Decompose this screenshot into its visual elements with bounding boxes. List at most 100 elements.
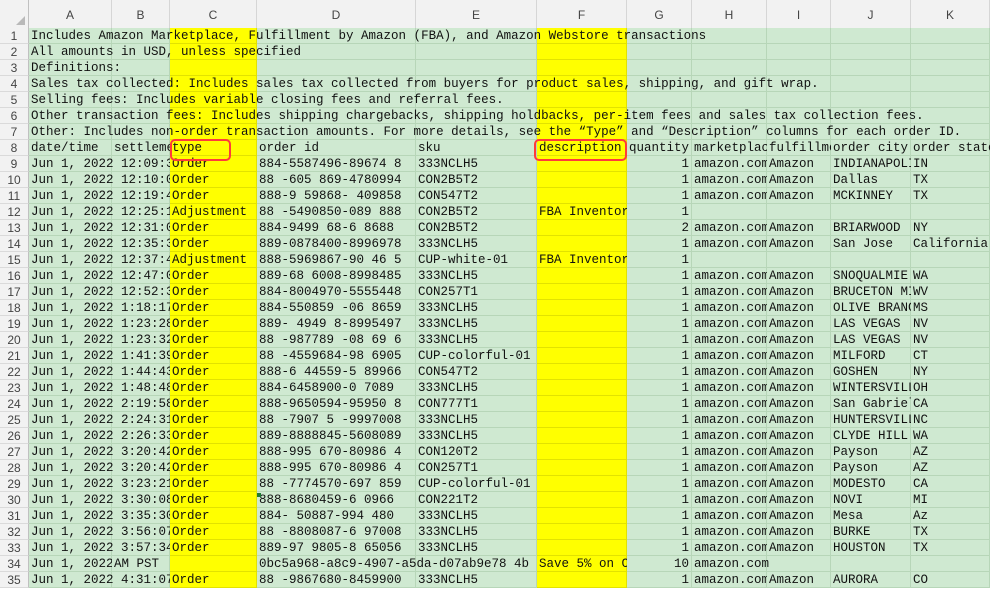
cell-type: Adjustment [172, 205, 248, 219]
column-header-g[interactable]: G [627, 0, 692, 28]
cell[interactable] [767, 252, 831, 268]
row-header[interactable]: 30 [0, 492, 29, 508]
column-header-c[interactable]: C [170, 0, 257, 28]
row-header[interactable]: 26 [0, 428, 29, 444]
spreadsheet[interactable]: ABCDEFGHIJK 1 2 3 4 5 6 7 8 9 10 11 12 13 14 15 16 17 18 1… [0, 0, 990, 590]
row-header[interactable]: 35 [0, 572, 29, 588]
column-header-d[interactable]: D [257, 0, 416, 28]
cell-quantity: 1 [681, 573, 689, 587]
cell-order-city: BRUCETON MILLS [833, 285, 911, 299]
cell-quantity: 1 [681, 413, 689, 427]
cell[interactable] [831, 204, 911, 220]
cell-marketplace: amazon.com [694, 173, 767, 187]
cell-marketplace: amazon.com [694, 397, 767, 411]
cell-date-time: Jun 1, 2022 1:41:39 [31, 349, 170, 363]
row-header[interactable]: 13 [0, 220, 29, 236]
cell[interactable] [911, 252, 990, 268]
note-text: Selling fees: Includes variable closing … [31, 93, 504, 107]
cell-order-id: 88 -8808087-6 97008 [259, 525, 402, 539]
cell-type: Order [172, 173, 210, 187]
cell[interactable] [692, 204, 767, 220]
cell-order-city: Payson [833, 461, 879, 475]
cell-sku: CUP-colorful-01 [418, 477, 531, 491]
column-header-f[interactable]: F [537, 0, 627, 28]
row-header[interactable]: 7 [0, 124, 29, 140]
row-header[interactable]: 18 [0, 300, 29, 316]
row-header[interactable]: 8 [0, 140, 29, 156]
cell-order-state: NV [913, 333, 929, 347]
cell-marketplace: amazon.com [694, 333, 767, 347]
select-all-corner[interactable] [0, 0, 29, 28]
cell-type: Order [172, 381, 210, 395]
cell-order-id: 889-0878400-8996978 [259, 237, 402, 251]
cell-sku: 333NCLH5 [418, 317, 479, 331]
cell[interactable] [911, 204, 990, 220]
column-header-i[interactable]: I [767, 0, 831, 28]
cell-quantity: 1 [681, 429, 689, 443]
row-header[interactable]: 23 [0, 380, 29, 396]
row-header[interactable]: 11 [0, 188, 29, 204]
row-header[interactable]: 12 [0, 204, 29, 220]
row-header[interactable]: 19 [0, 316, 29, 332]
cell[interactable] [831, 252, 911, 268]
row-header[interactable]: 9 [0, 156, 29, 172]
row-header[interactable]: 16 [0, 268, 29, 284]
cell-quantity: 1 [681, 477, 689, 491]
row-header[interactable]: 5 [0, 92, 29, 108]
column-header-e[interactable]: E [416, 0, 537, 28]
row-header[interactable]: 28 [0, 460, 29, 476]
cell-fulfillment: Amazon [769, 301, 815, 315]
row-header[interactable]: 25 [0, 412, 29, 428]
row-header[interactable]: 6 [0, 108, 29, 124]
column-header-h[interactable]: H [692, 0, 767, 28]
row-header[interactable]: 34 [0, 556, 29, 572]
row-header[interactable]: 3 [0, 60, 29, 76]
cell-order-id: 88 -7774570-697 859 [259, 477, 402, 491]
cell-order-id: 889-97 9805-8 65056 [259, 541, 402, 555]
cell-quantity: 1 [681, 157, 689, 171]
row-header[interactable]: 14 [0, 236, 29, 252]
cell-date-time: Jun 1, 2022 4:31:07 [31, 573, 170, 587]
row-header[interactable]: 29 [0, 476, 29, 492]
cell-date-time: Jun 1, 2022 12:19:49 [31, 189, 170, 203]
row-header[interactable]: 4 [0, 76, 29, 92]
cell-fulfillment: Amazon [769, 221, 815, 235]
column-header-j[interactable]: J [831, 0, 911, 28]
cell-quantity: 1 [681, 269, 689, 283]
cell-fulfillment: Amazon [769, 381, 815, 395]
row-header[interactable]: 10 [0, 172, 29, 188]
column-header-b[interactable]: B [112, 0, 170, 28]
cell-date-time: Jun 1, 2022 2:19:58 [31, 397, 170, 411]
highlight-description-header [534, 139, 627, 161]
cell-date-time: Jun 1, 2022 4:17:33 [31, 557, 112, 571]
cell-order-city: HUNTERSVILLE [833, 413, 911, 427]
row-header[interactable]: 22 [0, 364, 29, 380]
cell-date-time: Jun 1, 2022 3:57:34 [31, 541, 170, 555]
note-text: Definitions: [31, 61, 122, 75]
row-header[interactable]: 24 [0, 396, 29, 412]
cell-type: Adjustment [172, 253, 248, 267]
cell-order-state: CA [913, 397, 929, 411]
row-header[interactable]: 20 [0, 332, 29, 348]
row-header[interactable]: 32 [0, 524, 29, 540]
row-header[interactable]: 2 [0, 44, 29, 60]
cell-quantity: 1 [681, 349, 689, 363]
column-header-a[interactable]: A [29, 0, 112, 28]
row-header[interactable]: 31 [0, 508, 29, 524]
cell-order-id: 88 -987789 -08 69 6 [259, 333, 402, 347]
row-header[interactable]: 17 [0, 284, 29, 300]
row-header[interactable]: 27 [0, 444, 29, 460]
header-settlement-id: settlement id [114, 141, 170, 155]
column-header-k[interactable]: K [911, 0, 990, 28]
row-header[interactable]: 15 [0, 252, 29, 268]
row-header[interactable]: 33 [0, 540, 29, 556]
cell-quantity: 10 [673, 557, 689, 571]
cell[interactable] [692, 252, 767, 268]
cell-marketplace: amazon.com [694, 557, 770, 571]
cell-order-id: 884- 50887-994 480 [259, 509, 395, 523]
row-header[interactable]: 1 [0, 28, 29, 44]
cell-order-id: 88 -9867680-8459900 [259, 573, 402, 587]
cell-date-time: Jun 1, 2022 12:52:34 [31, 285, 170, 299]
row-header[interactable]: 21 [0, 348, 29, 364]
cell[interactable] [767, 204, 831, 220]
